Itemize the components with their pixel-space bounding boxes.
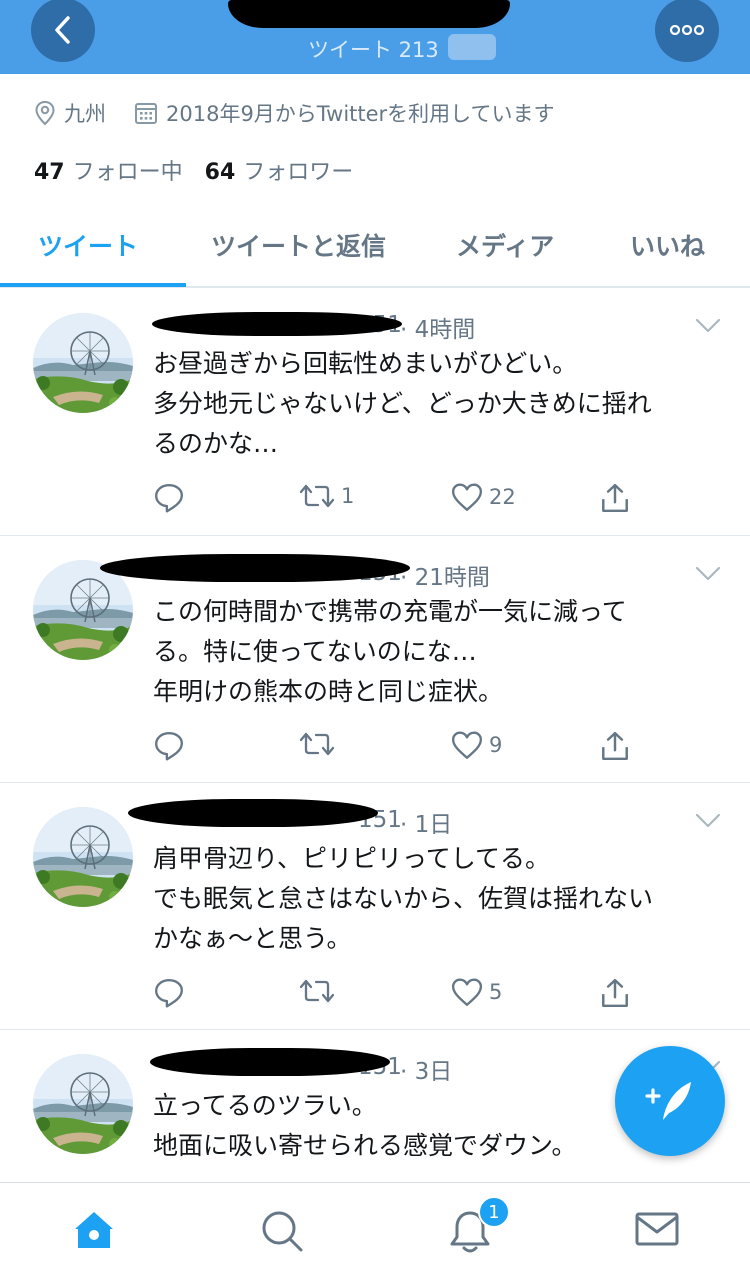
location-text: 九州 bbox=[64, 102, 106, 126]
profile-tabs: ツイート ツイートと返信 メディア いいね bbox=[0, 222, 750, 288]
retweet-count: 1 bbox=[341, 484, 355, 508]
nav-search[interactable] bbox=[260, 1209, 304, 1257]
redacted-username bbox=[100, 554, 410, 582]
more-icon bbox=[669, 25, 705, 35]
tweet-time: · 3日 bbox=[400, 1059, 453, 1085]
back-button[interactable] bbox=[31, 0, 95, 62]
tab-tweets-replies[interactable]: ツイートと返信 bbox=[211, 227, 386, 263]
tweet-time: · 1日 bbox=[400, 812, 453, 838]
share-icon bbox=[599, 730, 631, 762]
compose-quill-icon bbox=[645, 1082, 691, 1120]
more-button[interactable] bbox=[655, 0, 719, 62]
followers-label[interactable]: フォロワー bbox=[243, 154, 353, 186]
joined-text: 2018年9月からTwitterを利用しています bbox=[166, 102, 555, 126]
active-tab-indicator bbox=[0, 283, 186, 287]
redacted-name bbox=[228, 0, 510, 28]
tweet-time: · 21時間 bbox=[400, 565, 490, 591]
like-count: 22 bbox=[489, 485, 516, 509]
heart-icon bbox=[451, 977, 483, 1007]
tweet-item[interactable]: 151 · 4時間 お昼過ぎから回転性めまいがひどい。 多分地元じゃないけど、ど… bbox=[0, 288, 750, 536]
redacted-blur bbox=[448, 34, 496, 60]
share-button[interactable] bbox=[599, 730, 631, 762]
heart-icon bbox=[451, 730, 483, 760]
tab-tweets[interactable]: ツイート bbox=[38, 227, 138, 263]
tweet-actions: 1 22 bbox=[153, 482, 653, 516]
tweet-item[interactable]: 151 · 1日 肩甲骨辺り、ピリピリってしてる。 でも眠気と怠さはないから、佐… bbox=[0, 783, 750, 1030]
tweet-actions: 5 bbox=[153, 977, 653, 1011]
retweet-icon bbox=[299, 482, 335, 510]
like-count: 9 bbox=[489, 733, 503, 757]
search-icon bbox=[262, 1211, 303, 1252]
avatar[interactable] bbox=[33, 807, 133, 907]
home-icon bbox=[75, 1212, 113, 1248]
reply-icon bbox=[153, 730, 185, 762]
share-icon bbox=[599, 482, 631, 514]
tweet-count: ツイート 213 bbox=[308, 38, 439, 62]
mail-icon bbox=[635, 1212, 679, 1246]
like-button[interactable]: 9 bbox=[451, 730, 502, 760]
chevron-down-icon[interactable] bbox=[695, 566, 721, 582]
compose-tweet-button[interactable] bbox=[615, 1046, 725, 1156]
chevron-left-icon bbox=[55, 16, 70, 44]
reply-button[interactable] bbox=[153, 482, 185, 514]
nav-home[interactable] bbox=[72, 1209, 116, 1255]
reply-button[interactable] bbox=[153, 730, 185, 762]
share-button[interactable] bbox=[599, 482, 631, 514]
share-button[interactable] bbox=[599, 977, 631, 1009]
following-label[interactable]: フォロー中 bbox=[73, 154, 183, 186]
tweet-time: · 4時間 bbox=[400, 317, 476, 343]
tweet-text: お昼過ぎから回転性めまいがひどい。 多分地元じゃないけど、どっか大きめに揺れ る… bbox=[153, 349, 652, 458]
calendar-icon bbox=[135, 103, 157, 124]
redacted-username bbox=[150, 1048, 390, 1076]
retweet-button[interactable]: 1 bbox=[299, 482, 354, 510]
retweet-button[interactable] bbox=[299, 730, 341, 758]
like-button[interactable]: 5 bbox=[451, 977, 502, 1007]
tab-likes[interactable]: いいね bbox=[630, 227, 705, 263]
retweet-icon bbox=[299, 730, 335, 758]
bottom-navigation bbox=[0, 1182, 750, 1280]
retweet-button[interactable] bbox=[299, 977, 341, 1005]
follow-stats: 47 フォロー中 64 フォロワー bbox=[34, 154, 353, 186]
profile-header: ツイート 213 bbox=[0, 0, 750, 74]
avatar[interactable] bbox=[33, 313, 133, 413]
tweet-text: この何時間かで携帯の充電が一気に減って る。特に使ってないのにな… 年明けの熊本… bbox=[153, 597, 627, 706]
following-count[interactable]: 47 bbox=[34, 160, 65, 185]
nav-messages[interactable] bbox=[634, 1209, 680, 1253]
redacted-username bbox=[128, 799, 378, 827]
like-button[interactable]: 22 bbox=[451, 482, 516, 512]
chevron-down-icon[interactable] bbox=[695, 813, 721, 829]
followers-count[interactable]: 64 bbox=[205, 160, 236, 185]
tweet-text: 肩甲骨辺り、ピリピリってしてる。 でも眠気と怠さはないから、佐賀は揺れない かな… bbox=[153, 844, 654, 953]
retweet-icon bbox=[299, 977, 335, 1005]
redacted-username bbox=[152, 312, 402, 336]
tweet-text: 立ってるのツラい。 地面に吸い寄せられる感覚でダウン。 bbox=[153, 1091, 577, 1160]
reply-button[interactable] bbox=[153, 977, 185, 1009]
heart-icon bbox=[451, 482, 483, 512]
reply-icon bbox=[153, 977, 185, 1009]
chevron-down-icon[interactable] bbox=[695, 318, 721, 334]
tab-media[interactable]: メディア bbox=[456, 227, 554, 263]
avatar[interactable] bbox=[33, 1054, 133, 1154]
tweet-item[interactable]: 151 · 21時間 この何時間かで携帯の充電が一気に減って る。特に使ってない… bbox=[0, 536, 750, 783]
tweet-actions: 9 bbox=[153, 730, 653, 764]
location-icon bbox=[35, 100, 55, 126]
like-count: 5 bbox=[489, 980, 503, 1004]
share-icon bbox=[599, 977, 631, 1009]
reply-icon bbox=[153, 482, 185, 514]
notification-badge: 1 bbox=[478, 1196, 510, 1228]
profile-meta: 九州 2018年9月からTwitterを利用しています bbox=[34, 98, 555, 128]
